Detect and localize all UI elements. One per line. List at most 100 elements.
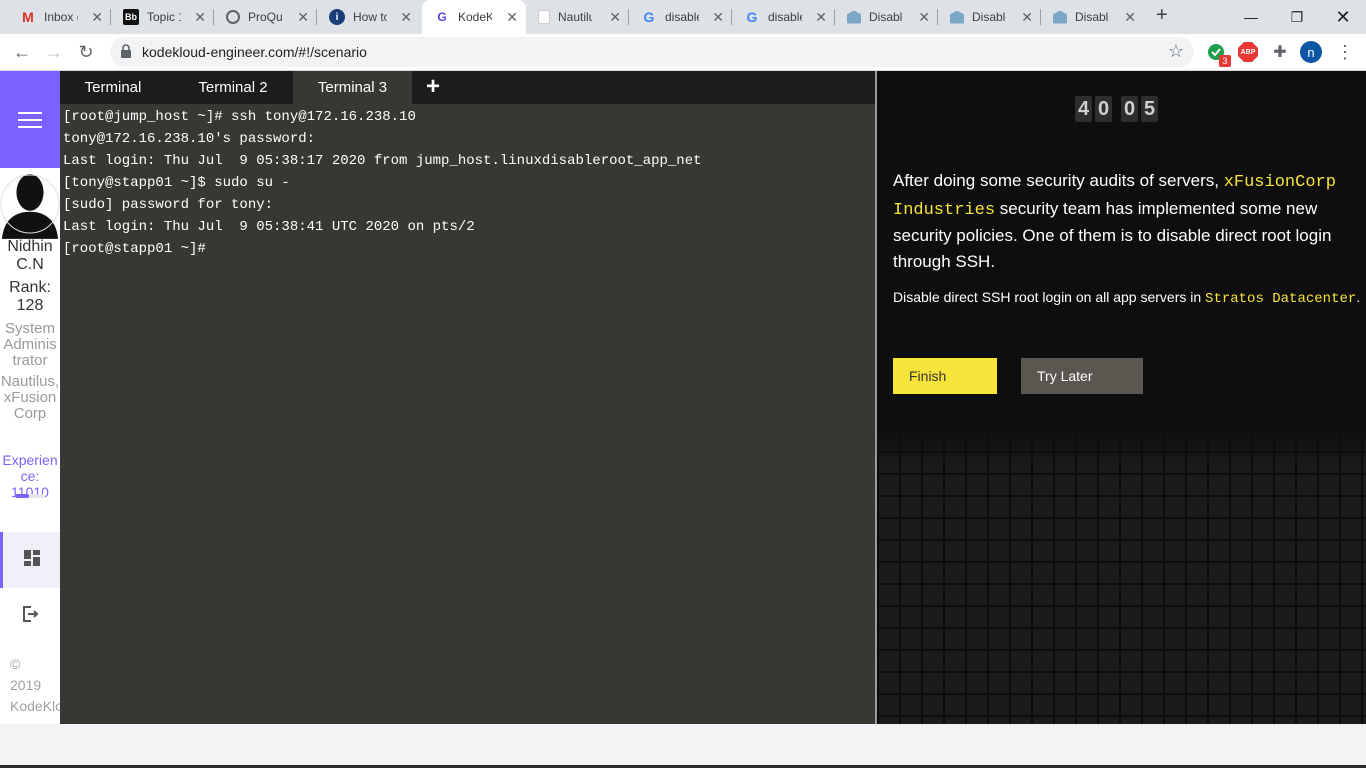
role-line3: trator (12, 352, 48, 369)
task-description: After doing some security audits of serv… (893, 168, 1353, 274)
minimize-button[interactable]: — (1228, 0, 1274, 34)
close-icon[interactable]: ✕ (918, 9, 930, 26)
try-later-button[interactable]: Try Later (1021, 358, 1143, 394)
terminal-line: [root@jump_host ~]# ssh tony@172.16.238.… (63, 109, 416, 125)
tab-terminal-1[interactable]: Terminal (60, 71, 166, 104)
close-icon[interactable]: ✕ (400, 9, 412, 26)
task-text: Disable direct SSH root login on all app… (893, 289, 1206, 305)
adblock-label: ABP (1238, 42, 1258, 62)
bb-icon: Bb (123, 9, 139, 25)
user-name-line2: C.N (16, 256, 44, 273)
browser-tab-label: disable (768, 10, 802, 24)
extension-badge: 3 (1219, 55, 1231, 67)
close-icon[interactable]: ✕ (609, 9, 621, 26)
extensions-puzzle-icon[interactable]: ✚ (1269, 41, 1291, 63)
bookmark-star-icon[interactable]: ☆ (1168, 41, 1184, 62)
browser-tab[interactable]: G disable ✕ (732, 0, 835, 34)
copyright-symbol: © (10, 656, 21, 672)
hamburger-menu-icon[interactable] (0, 71, 60, 168)
forward-button[interactable]: → (42, 40, 66, 64)
task-instruction: Disable direct SSH root login on all app… (893, 287, 1363, 309)
close-icon[interactable]: ✕ (91, 9, 103, 26)
browser-tab-strip: M Inbox (2 ✕ Bb Topic 1 ✕ ProQue ✕ i How… (0, 0, 1366, 34)
page-footer-area (0, 724, 1366, 768)
logout-button[interactable] (0, 601, 60, 631)
google-icon: G (643, 9, 655, 25)
browser-tab-label: Nautilu (558, 10, 592, 24)
dashboard-button[interactable] (0, 532, 60, 588)
timer-digit: 0 (1095, 96, 1112, 122)
browser-tab[interactable]: Nautilu ✕ (526, 0, 629, 34)
timer-digit: 5 (1141, 96, 1158, 122)
user-name-line1: Nidhin (7, 238, 53, 255)
browser-tab-label: KodeKl (458, 10, 492, 24)
page-icon (538, 10, 550, 24)
browser-tab[interactable]: M Inbox (2 ✕ (8, 0, 111, 34)
info-icon: i (329, 9, 345, 25)
experience-progress-fill (15, 494, 29, 498)
rank-label: Rank: (9, 279, 51, 296)
browser-tab[interactable]: ProQue ✕ (214, 0, 317, 34)
experience-line1: Experien (2, 452, 58, 468)
finish-button[interactable]: Finish (893, 358, 997, 394)
browser-tab-active[interactable]: G KodeKl ✕ (422, 0, 526, 34)
browser-tab[interactable]: Disable ✕ (938, 0, 1041, 34)
close-icon[interactable]: ✕ (1124, 9, 1136, 26)
browser-tab[interactable]: Bb Topic 1 ✕ (111, 0, 214, 34)
maximize-button[interactable]: ❐ (1274, 0, 1320, 34)
lock-icon (120, 44, 132, 63)
task-text-end: . (1356, 289, 1361, 305)
org-line1: Nautilus, (0, 373, 60, 390)
tab-terminal-3[interactable]: Terminal 3 (293, 71, 412, 104)
page-content: Nidhin C.N Rank: 128 System Adminis trat… (0, 71, 1366, 724)
terminal-line: Last login: Thu Jul 9 05:38:17 2020 from… (63, 153, 702, 169)
new-tab-button[interactable]: + (1156, 4, 1168, 27)
server-icon (1053, 10, 1067, 24)
close-icon[interactable]: ✕ (506, 9, 518, 26)
browser-tab-label: ProQue (248, 10, 282, 24)
kodekloud-icon: G (437, 10, 447, 24)
browser-tab-label: disable (665, 10, 699, 24)
browser-tab[interactable]: Disable ✕ (1041, 0, 1144, 34)
timer-digit: 0 (1121, 96, 1138, 122)
org-line2: xFusion (3, 389, 57, 406)
browser-tab-label: Inbox (2 (44, 10, 78, 24)
terminal-panel: Terminal Terminal 2 Terminal 3 + [root@j… (60, 71, 875, 724)
terminal-output[interactable]: [root@jump_host ~]# ssh tony@172.16.238.… (63, 106, 873, 260)
close-icon[interactable]: ✕ (815, 9, 827, 26)
timer-digit: 4 (1075, 96, 1092, 122)
browser-tab-label: Disable (869, 10, 903, 24)
close-icon[interactable]: ✕ (297, 9, 309, 26)
close-icon[interactable]: ✕ (194, 9, 206, 26)
browser-toolbar: ← → ↻ kodekloud-engineer.com/#!/scenario… (0, 34, 1366, 71)
experience-progress-bar (15, 494, 45, 498)
countdown-timer: 4 0 0 5 (1075, 96, 1161, 126)
task-highlight: Stratos Datacenter (1205, 291, 1357, 307)
profile-avatar[interactable]: n (1300, 41, 1322, 63)
browser-menu-icon[interactable]: ⋮ (1334, 41, 1356, 63)
close-icon[interactable]: ✕ (712, 9, 724, 26)
role-line1: System (4, 320, 55, 337)
terminal-prompt: [root@stapp01 ~]# (63, 241, 206, 257)
gmail-icon: M (22, 9, 34, 25)
browser-tab[interactable]: G disable ✕ (629, 0, 732, 34)
browser-tab[interactable]: Disable ✕ (835, 0, 938, 34)
address-bar[interactable]: kodekloud-engineer.com/#!/scenario ☆ (110, 37, 1194, 67)
server-icon (950, 10, 964, 24)
tile-background (877, 429, 1366, 724)
close-icon[interactable]: ✕ (1021, 9, 1033, 26)
server-icon (847, 10, 861, 24)
logout-icon (21, 605, 39, 628)
browser-tab-label: Topic 1 (147, 10, 181, 24)
tab-terminal-2[interactable]: Terminal 2 (178, 71, 288, 104)
window-close-button[interactable]: ✕ (1320, 0, 1366, 34)
browser-tab[interactable]: i How to ✕ (317, 0, 420, 34)
task-panel: 4 0 0 5 After doing some security audits… (877, 71, 1366, 724)
terminal-tab-strip: Terminal Terminal 2 Terminal 3 + (60, 71, 875, 104)
adblock-icon[interactable]: ABP (1237, 41, 1259, 63)
experience-text: Experien ce: 11010 (0, 452, 60, 500)
add-terminal-button[interactable]: + (422, 75, 444, 99)
extension-shield-icon[interactable]: 3 (1205, 41, 1231, 67)
back-button[interactable]: ← (10, 40, 34, 64)
reload-button[interactable]: ↻ (74, 40, 98, 64)
